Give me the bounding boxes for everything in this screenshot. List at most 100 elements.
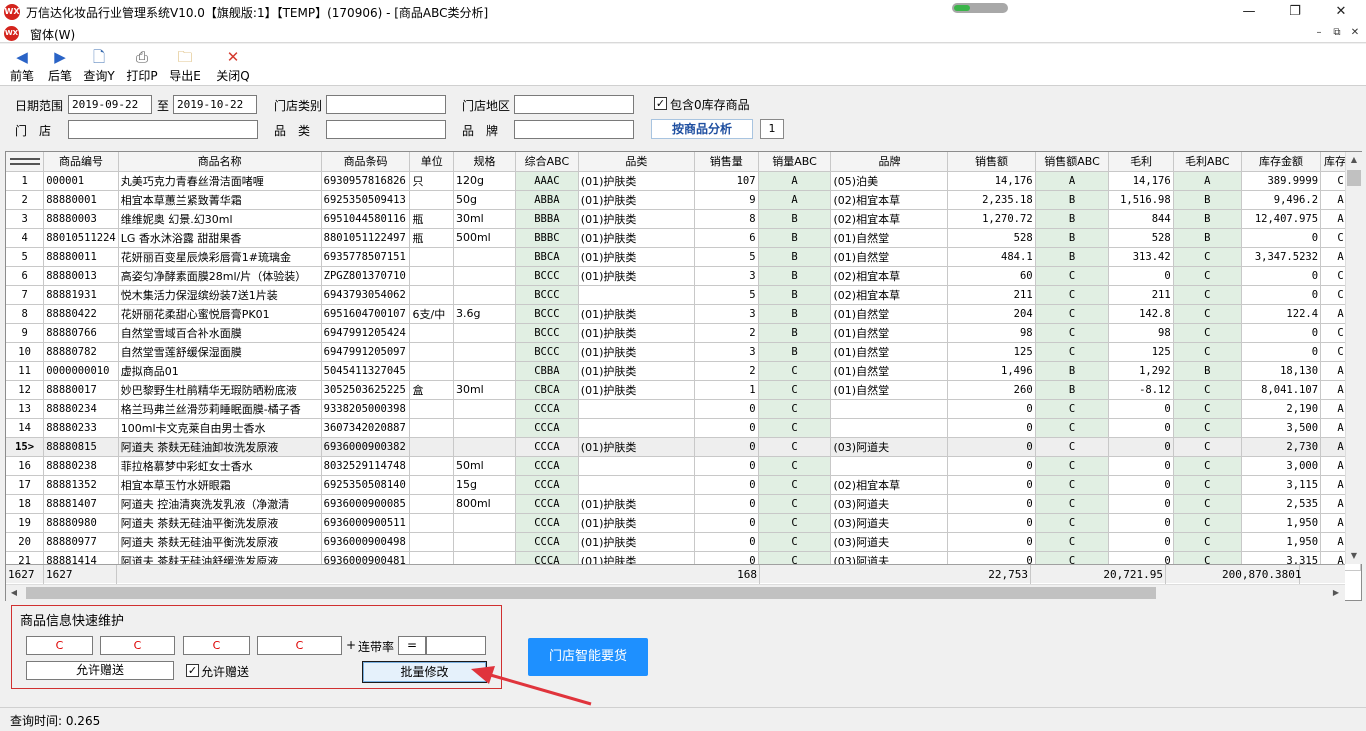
category-input[interactable] <box>326 120 446 139</box>
cell-stock[interactable]: 2,190 <box>1241 399 1322 419</box>
cell-profit[interactable]: 125 <box>1108 342 1174 362</box>
cell-profit[interactable]: 0 <box>1108 513 1174 533</box>
cell-qty-abc[interactable]: A <box>758 171 832 191</box>
cell-category[interactable]: (01)护肤类 <box>578 342 695 362</box>
prev-button[interactable]: ◀ 前笔 <box>6 48 38 86</box>
cell-barcode[interactable]: 5045411327045 <box>321 361 411 381</box>
cell-profit[interactable]: 98 <box>1108 323 1174 343</box>
date-from-input[interactable]: 2019-09-22 <box>68 95 152 114</box>
cell-brand[interactable]: (02)相宜本草 <box>830 190 949 210</box>
cell-unit[interactable] <box>409 361 454 381</box>
include-zero-checkbox[interactable]: ✓ <box>654 97 667 110</box>
cell-qty[interactable]: 0 <box>694 532 759 552</box>
col-header-qty[interactable]: 销售量 <box>694 152 759 172</box>
table-row[interactable]: 1 000001 丸美巧克力青春丝滑洁面啫喱 6930957816826 只 120g AA… <box>6 171 1361 191</box>
table-row[interactable]: 7 88881931 悦木集活力保湿缤纷装7送1片装 6943793054062 BCC… <box>6 285 1361 305</box>
cell-profit[interactable]: -8.12 <box>1108 380 1174 400</box>
cell-barcode[interactable]: 3607342020887 <box>321 418 411 438</box>
date-to-input[interactable]: 2019-10-22 <box>173 95 257 114</box>
cell-category[interactable]: (01)护肤类 <box>578 532 695 552</box>
cell-qty-abc[interactable]: B <box>758 342 832 362</box>
query-button[interactable]: 🗋 查询Y <box>81 48 117 86</box>
cell-amount[interactable]: 260 <box>947 380 1036 400</box>
table-row[interactable]: 8 88880422 花妍丽花柔甜心蜜悦唇膏PK01 6951604700107 6支/… <box>6 304 1361 324</box>
cell-name[interactable]: 丸美巧克力青春丝滑洁面啫喱 <box>118 171 322 191</box>
cell-code[interactable]: 88881931 <box>43 285 119 305</box>
cell-barcode[interactable]: 6947991205097 <box>321 342 411 362</box>
cell-profit-abc[interactable]: B <box>1173 361 1243 381</box>
col-header-category[interactable]: 品类 <box>578 152 695 172</box>
abc-input-3[interactable]: C <box>183 636 250 655</box>
cell-qty[interactable]: 0 <box>694 437 759 457</box>
cell-amount-abc[interactable]: C <box>1035 285 1110 305</box>
cell-category[interactable]: (01)护肤类 <box>578 190 695 210</box>
table-row[interactable]: 12 88880017 妙巴黎野生杜鹃精华无瑕防晒粉底液 3052503625225 盒… <box>6 380 1361 400</box>
col-header-stock[interactable]: 库存金额 <box>1241 152 1322 172</box>
col-header-name[interactable]: 商品名称 <box>118 152 322 172</box>
row-number[interactable]: 4 <box>6 228 45 248</box>
cell-profit-abc[interactable]: A <box>1173 171 1243 191</box>
cell-barcode[interactable]: 6951604700107 <box>321 304 411 324</box>
cell-category[interactable] <box>578 475 695 495</box>
cell-brand[interactable]: (03)阿道夫 <box>830 437 949 457</box>
cell-amount-abc[interactable]: A <box>1035 171 1110 191</box>
cell-profit[interactable]: 0 <box>1108 475 1174 495</box>
cell-code[interactable]: 88880815 <box>43 437 119 457</box>
cell-qty-abc[interactable]: B <box>758 285 832 305</box>
cell-profit[interactable]: 1,292 <box>1108 361 1174 381</box>
cell-amount-abc[interactable]: C <box>1035 342 1110 362</box>
cell-amount[interactable]: 0 <box>947 399 1036 419</box>
cell-profit[interactable]: 528 <box>1108 228 1174 248</box>
cell-qty-abc[interactable]: C <box>758 494 832 514</box>
cell-amount[interactable]: 0 <box>947 513 1036 533</box>
cell-spec[interactable]: 3.6g <box>453 304 516 324</box>
abc-analysis-grid[interactable]: 商品编号 商品名称 商品条码 单位 规格 综合ABC 品类 销售量 销量ABC … <box>5 151 1362 601</box>
cell-amount[interactable]: 1,496 <box>947 361 1036 381</box>
cell-abc[interactable]: AAAC <box>515 171 579 191</box>
cell-qty[interactable]: 0 <box>694 494 759 514</box>
cell-name[interactable]: 高姿匀净酵素面膜28ml/片（体验装） <box>118 266 322 286</box>
cell-barcode[interactable]: 6930957816826 <box>321 171 411 191</box>
cell-name[interactable]: 相宜本草玉竹水妍眼霜 <box>118 475 322 495</box>
cell-stock[interactable]: 2,730 <box>1241 437 1322 457</box>
cell-qty[interactable]: 3 <box>694 342 759 362</box>
cell-barcode[interactable]: 6935778507151 <box>321 247 411 267</box>
table-row[interactable]: 20 88880977 阿道夫 茶麸无硅油平衡洗发原液 6936000900498 CC… <box>6 532 1361 552</box>
cell-code[interactable]: 88880233 <box>43 418 119 438</box>
cell-barcode[interactable]: 9338205000398 <box>321 399 411 419</box>
cell-brand[interactable] <box>830 418 949 438</box>
cell-stock[interactable]: 0 <box>1241 228 1322 248</box>
cell-category[interactable]: (01)护肤类 <box>578 228 695 248</box>
cell-amount-abc[interactable]: C <box>1035 437 1110 457</box>
print-button[interactable]: ⎙ 打印P <box>124 48 160 86</box>
cell-spec[interactable]: 50g <box>453 190 516 210</box>
row-number[interactable]: 2 <box>6 190 45 210</box>
mdi-minimize-icon[interactable]: – <box>1311 26 1327 40</box>
row-number[interactable]: 11 <box>6 361 45 381</box>
cell-unit[interactable] <box>409 323 454 343</box>
cell-abc[interactable]: BBBA <box>515 209 579 229</box>
equals-operator[interactable]: = <box>398 636 426 655</box>
cell-code[interactable]: 88880234 <box>43 399 119 419</box>
cell-name[interactable]: LG 香水沐浴露 甜甜果香 <box>118 228 322 248</box>
cell-profit-abc[interactable]: C <box>1173 285 1243 305</box>
cell-abc[interactable]: BBBC <box>515 228 579 248</box>
cell-amount[interactable]: 0 <box>947 456 1036 476</box>
cell-unit[interactable]: 6支/中 <box>409 304 454 324</box>
col-header-brand[interactable]: 品牌 <box>830 152 949 172</box>
cell-unit[interactable] <box>409 399 454 419</box>
cell-code[interactable]: 88880422 <box>43 304 119 324</box>
cell-qty[interactable]: 5 <box>694 247 759 267</box>
table-row[interactable]: 11 0000000010 虚拟商品01 5045411327045 CBBA (01)护… <box>6 361 1361 381</box>
cell-spec[interactable] <box>453 247 516 267</box>
cell-profit[interactable]: 0 <box>1108 437 1174 457</box>
cell-amount-abc[interactable]: B <box>1035 361 1110 381</box>
table-row[interactable]: 5 88880011 花妍丽百变星辰焕彩唇膏1#琉璃金 6935778507151 BB… <box>6 247 1361 267</box>
cell-profit[interactable]: 211 <box>1108 285 1174 305</box>
row-number[interactable]: 9 <box>6 323 45 343</box>
row-number[interactable]: 18 <box>6 494 45 514</box>
cell-abc[interactable]: CCCA <box>515 532 579 552</box>
cell-qty-abc[interactable]: B <box>758 247 832 267</box>
next-button[interactable]: ▶ 后笔 <box>44 48 76 86</box>
cell-name[interactable]: 格兰玛弗兰丝滑莎莉睡眠面膜-橘子香 <box>118 399 322 419</box>
